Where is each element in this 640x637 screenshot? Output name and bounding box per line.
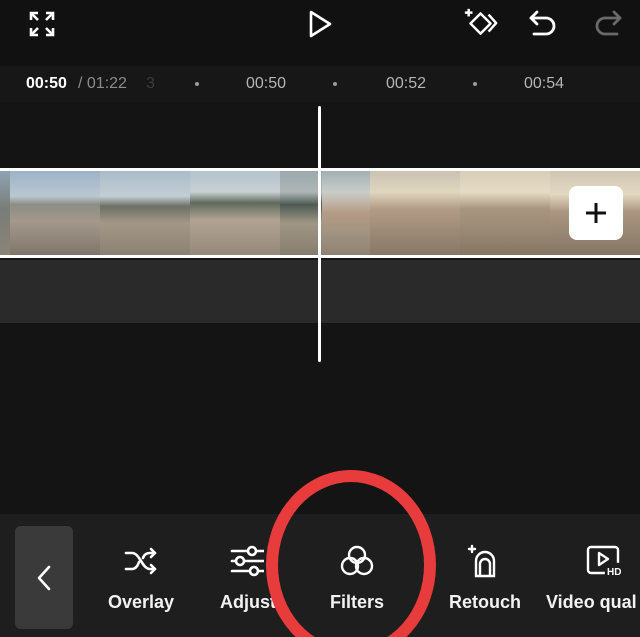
redo-icon [595, 10, 622, 36]
play-button[interactable] [302, 6, 338, 42]
clip-thumbnail [370, 171, 460, 255]
redo-button[interactable] [590, 6, 626, 42]
tick-label: 00:50 [246, 75, 287, 92]
tool-label: Adjust [220, 592, 276, 612]
video-hd-icon: HD [586, 545, 624, 578]
clip-thumbnail [0, 171, 10, 255]
tick-label: 00:52 [386, 75, 427, 92]
tool-label: Overlay [107, 592, 175, 612]
keyframe-icon [464, 8, 498, 35]
playhead[interactable] [318, 106, 321, 362]
undo-button[interactable] [525, 6, 561, 42]
tick-dot [473, 82, 477, 86]
top-bar [0, 0, 640, 66]
shuffle-icon [124, 547, 157, 575]
play-icon [309, 10, 332, 38]
svg-text:HD: HD [607, 567, 621, 578]
timeline-area[interactable] [0, 102, 640, 514]
keyframe-button[interactable] [463, 6, 499, 42]
clip-thumbnail [190, 171, 280, 255]
ruler-ghost-label: 3 [146, 75, 155, 92]
undo-icon [529, 10, 556, 36]
tick-dot [333, 82, 337, 86]
back-button[interactable] [15, 526, 73, 629]
tool-filters[interactable]: Filters [320, 542, 394, 613]
clip-thumbnail [280, 171, 322, 255]
fullscreen-button[interactable] [24, 6, 60, 42]
tick-dot [195, 82, 199, 86]
clip-thumbnail [322, 171, 370, 255]
plus-icon [586, 203, 606, 223]
tick-label: 00:54 [524, 75, 565, 92]
tool-label: Filters [329, 592, 385, 612]
tool-retouch[interactable]: Retouch [446, 542, 524, 613]
chevron-left-icon [37, 565, 51, 590]
time-ruler[interactable]: 00:50 / 01:22 3 00:50 00:52 00:54 [0, 66, 640, 102]
total-duration: / 01:22 [78, 75, 127, 92]
current-time: 00:50 [26, 75, 67, 92]
clip-thumbnail [460, 171, 550, 255]
tool-video-quality[interactable]: HD Video qual [546, 542, 640, 613]
add-clip-button[interactable] [569, 186, 623, 240]
tool-label: Retouch [449, 592, 521, 612]
tool-label: Video qual [546, 592, 637, 612]
filters-icon [340, 545, 374, 576]
retouch-icon [467, 544, 496, 578]
fullscreen-icon [29, 11, 55, 37]
sliders-icon [230, 545, 264, 577]
bottom-toolbar: Overlay Adjust Filters Retouch HD Video … [0, 514, 640, 637]
clip-thumbnail [10, 171, 100, 255]
tool-overlay[interactable]: Overlay [104, 542, 178, 613]
clip-thumbnail [100, 171, 190, 255]
tool-adjust[interactable]: Adjust [216, 542, 280, 613]
